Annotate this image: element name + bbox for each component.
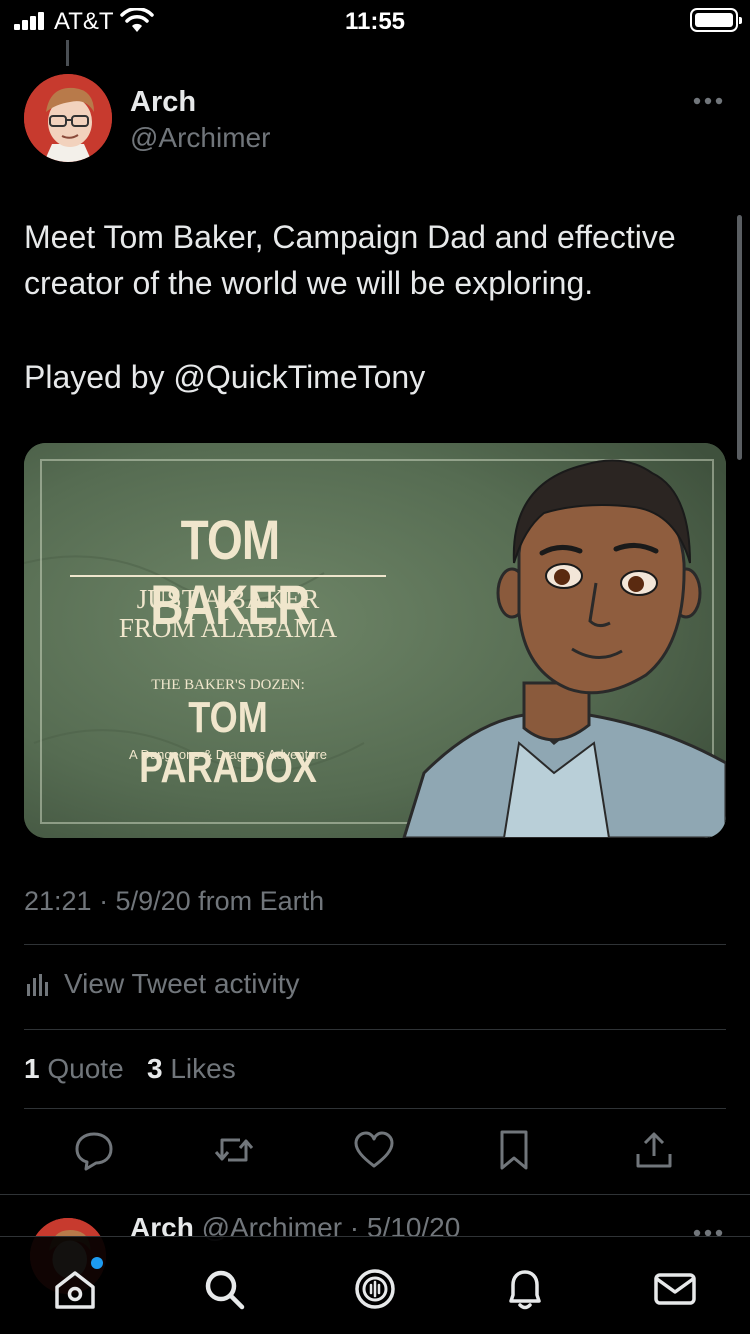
likes-label: Likes <box>170 1053 236 1084</box>
author-handle[interactable]: @Archimer <box>130 122 270 154</box>
media-tagline: A Dungeons & Dragons Adventure <box>128 747 328 762</box>
scrollbar[interactable] <box>737 215 742 460</box>
media-subtitle-line: JUST A BAKER <box>136 584 320 614</box>
divider <box>24 944 726 945</box>
tweet-text: Meet Tom Baker, Campaign Dad and effecti… <box>24 214 734 400</box>
tab-notifications[interactable] <box>501 1265 549 1313</box>
author-name[interactable]: Arch <box>130 86 196 119</box>
spaces-icon <box>355 1269 395 1309</box>
author-avatar[interactable] <box>24 74 112 162</box>
view-activity-label: View Tweet activity <box>64 968 300 999</box>
tweet-timestamp[interactable]: 21:21 · 5/9/20 from Earth <box>24 886 324 917</box>
reply-icon[interactable] <box>72 1128 116 1172</box>
quote-stat[interactable]: 1 Quote <box>24 1053 124 1084</box>
media-series-title: TOM PARADOX <box>139 693 317 792</box>
quote-count: 1 <box>24 1053 40 1084</box>
divider <box>24 1029 726 1030</box>
media-rule <box>70 575 386 577</box>
media-subtitle: JUST A BAKER FROM ALABAMA <box>70 585 386 643</box>
notification-dot <box>91 1257 103 1269</box>
media-series-label: THE BAKER'S DOZEN: <box>151 677 305 693</box>
tab-home[interactable] <box>51 1257 103 1313</box>
battery-icon <box>690 8 742 32</box>
divider <box>24 1108 726 1109</box>
tab-spaces[interactable] <box>351 1265 399 1313</box>
analytics-icon <box>27 974 48 996</box>
tab-messages[interactable] <box>651 1265 699 1313</box>
view-activity-button[interactable]: View Tweet activity <box>24 966 300 1002</box>
thread-connector <box>66 40 69 66</box>
likes-count: 3 <box>146 1053 163 1084</box>
divider <box>0 1194 750 1195</box>
home-icon <box>55 1271 95 1309</box>
tweet-text-paragraph: Meet Tom Baker, Campaign Dad and effecti… <box>24 219 676 301</box>
tab-bar <box>0 1236 750 1334</box>
more-options-icon[interactable] <box>692 96 724 106</box>
share-icon[interactable] <box>632 1128 676 1172</box>
tweet-actions <box>24 1128 726 1176</box>
media-subtitle-line: FROM ALABAMA <box>118 613 338 643</box>
bookmark-icon[interactable] <box>492 1128 536 1172</box>
like-icon[interactable] <box>352 1128 396 1172</box>
tab-search[interactable] <box>200 1265 248 1313</box>
retweet-icon[interactable] <box>212 1128 256 1172</box>
quote-label: Quote <box>47 1053 124 1084</box>
tweet-stats: 1 Quote 3 Likes <box>24 1053 236 1085</box>
character-illustration <box>402 459 726 838</box>
search-icon <box>205 1270 245 1310</box>
clock: 11:55 <box>344 8 406 35</box>
messages-icon <box>654 1273 696 1305</box>
tweet-text-paragraph: Played by @QuickTimeTony <box>24 359 426 395</box>
status-bar: AT&T 11:55 <box>0 0 750 40</box>
likes-stat[interactable]: 3 Likes <box>147 1053 236 1084</box>
notifications-icon <box>509 1270 541 1310</box>
tweet-media-image[interactable]: TOM BAKER JUST A BAKER FROM ALABAMA THE … <box>24 443 726 838</box>
